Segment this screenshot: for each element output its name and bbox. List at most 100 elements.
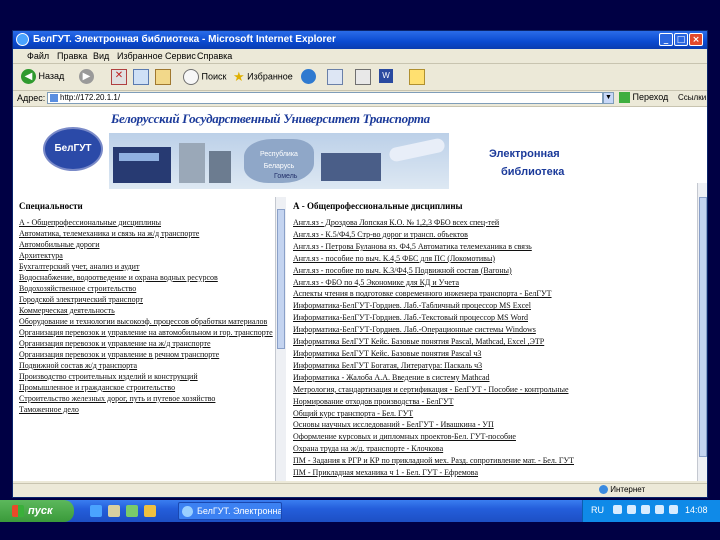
tray-network-icon[interactable]: [613, 505, 622, 514]
menu-edit[interactable]: Правка: [57, 51, 87, 61]
discipline-link[interactable]: Охрана труда на ж/д. транспорте - Клочко…: [293, 443, 699, 455]
favorites-button[interactable]: ★ Избранное: [233, 69, 293, 85]
maximize-button[interactable]: □: [674, 33, 688, 46]
quicklaunch-media-icon[interactable]: [126, 505, 138, 517]
mail-button[interactable]: [327, 69, 343, 85]
discipline-link[interactable]: Информатика БелГУТ Богатая, Литература: …: [293, 360, 699, 372]
minimize-button[interactable]: _: [659, 33, 673, 46]
menu-tools[interactable]: Сервис: [165, 51, 196, 61]
print-button[interactable]: [355, 69, 371, 85]
specialty-link[interactable]: Подвижной состав ж/д транспорта: [19, 360, 275, 371]
discipline-link[interactable]: Аспекты чтения в подготовке современного…: [293, 288, 699, 300]
discipline-link[interactable]: Англ.яз - К.5/Ф4,5 Стр-во дорог и трансп…: [293, 229, 699, 241]
discipline-link[interactable]: Общий курс транспорта - Бел. ГУТ: [293, 408, 699, 420]
discipline-link[interactable]: Англ.яз - ФБО по 4,5 Экономике для КД и …: [293, 277, 699, 289]
tray-safely-remove-icon[interactable]: [669, 505, 678, 514]
specialty-link[interactable]: Промышленное и гражданское строительство: [19, 382, 275, 393]
specialty-link[interactable]: Организация перевозок и управление на ав…: [19, 327, 275, 338]
specialty-link[interactable]: А - Общепрофессиональные дисциплины: [19, 217, 275, 228]
go-button[interactable]: Переход: [619, 92, 668, 104]
specialty-link[interactable]: Водохозяйственное строительство: [19, 283, 275, 294]
favorites-label: Избранное: [247, 71, 293, 82]
menu-file[interactable]: Файл: [27, 51, 49, 61]
address-bar: Адрес: http://172.20.1.1/ ▼ Переход Ссыл…: [13, 91, 707, 107]
forward-button[interactable]: ▶: [79, 69, 94, 85]
university-logo[interactable]: БелГУТ: [43, 127, 103, 171]
start-button[interactable]: пуск: [0, 500, 74, 522]
discipline-link[interactable]: Метрология, стандартизация и сертификаци…: [293, 384, 699, 396]
library-title: Электронная библиотека: [489, 145, 564, 181]
discipline-link[interactable]: Информатика-БелГУТ-Гордиев. Лаб.-Текстов…: [293, 312, 699, 324]
address-input[interactable]: http://172.20.1.1/: [47, 92, 603, 104]
specialty-link[interactable]: Водоснабжение, водоотведение и охрана во…: [19, 272, 275, 283]
right-scroll-thumb[interactable]: [699, 197, 707, 457]
search-button[interactable]: Поиск: [183, 69, 226, 85]
university-name: Белорусский Государственный Университет …: [111, 111, 430, 126]
language-indicator[interactable]: RU: [591, 505, 604, 515]
discipline-link[interactable]: Информатика БелГУТ Кейс. Базовые понятия…: [293, 348, 699, 360]
links-button[interactable]: Ссылки: [678, 93, 706, 102]
discipline-link[interactable]: Информатика-БелГУТ-Гордиев. Лаб.-Табличн…: [293, 300, 699, 312]
discipline-link[interactable]: ПМ - Задания к РГР и КР по прикладной ме…: [293, 455, 699, 467]
window-title: БелГУТ. Электронная библиотека - Microso…: [33, 34, 336, 45]
word-button[interactable]: W: [379, 69, 393, 85]
messenger-button[interactable]: [409, 69, 425, 85]
tray-app-icon[interactable]: [655, 505, 664, 514]
discipline-link[interactable]: Англ.яз - Петрова Буланова яз. Ф4,5 Авто…: [293, 241, 699, 253]
specialty-link[interactable]: Архитектура: [19, 250, 275, 261]
specialty-link[interactable]: Бухгалтерский учет, анализ и аудит: [19, 261, 275, 272]
screen-bottom-edge: [0, 522, 720, 540]
back-label: Назад: [38, 70, 65, 81]
clock: 14:08: [685, 505, 708, 515]
discipline-link[interactable]: Информатика БелГУТ Кейс. Базовые понятия…: [293, 336, 699, 348]
specialty-link[interactable]: Таможенное дело: [19, 404, 275, 415]
specialty-link[interactable]: Строительство железных дорог, путь и пут…: [19, 393, 275, 404]
quicklaunch-ie-icon[interactable]: [90, 505, 102, 517]
close-button[interactable]: ×: [689, 33, 703, 46]
search-label: Поиск: [201, 71, 227, 82]
specialty-link[interactable]: Производство строительных изделий и конс…: [19, 371, 275, 382]
media-icon: [301, 69, 316, 84]
discipline-link[interactable]: Нормирование отходов производства - БелГ…: [293, 396, 699, 408]
discipline-link[interactable]: Практикум по Инжатов: [293, 479, 699, 481]
specialty-link[interactable]: Организация перевозок и управление в реч…: [19, 349, 275, 360]
address-dropdown[interactable]: ▼: [603, 92, 614, 104]
quicklaunch-folder-icon[interactable]: [144, 505, 156, 517]
tray-volume-icon[interactable]: [627, 505, 636, 514]
right-scrollbar[interactable]: [697, 183, 707, 481]
menu-help[interactable]: Справка: [197, 51, 232, 61]
left-scrollbar[interactable]: [275, 197, 286, 481]
ie-icon: [16, 33, 29, 46]
discipline-link[interactable]: Англ.яз - пособие по выч. К.4,5 ФБС для …: [293, 253, 699, 265]
specialty-link[interactable]: Городской электрический транспорт: [19, 294, 275, 305]
title-bar[interactable]: БелГУТ. Электронная библиотека - Microso…: [13, 31, 707, 49]
back-button[interactable]: ◀ Назад: [21, 69, 64, 85]
specialty-link[interactable]: Автомобильные дороги: [19, 239, 275, 250]
back-arrow-icon: ◀: [21, 69, 36, 84]
tray-antivirus-icon[interactable]: [641, 505, 650, 514]
taskbar-window-button[interactable]: БелГУТ. Электронна...: [178, 502, 282, 520]
address-value: http://172.20.1.1/: [60, 93, 121, 102]
discipline-link[interactable]: Информатика-БелГУТ-Гордиев. Лаб.-Операци…: [293, 324, 699, 336]
discipline-link[interactable]: Англ.яз - Дроздова Лопская К.О. № 1,2,3 …: [293, 217, 699, 229]
specialty-link[interactable]: Автоматика, телемеханика и связь на ж/д …: [19, 228, 275, 239]
print-icon: [355, 69, 371, 85]
media-button[interactable]: [301, 69, 316, 85]
home-button[interactable]: [155, 69, 171, 85]
discipline-link[interactable]: Оформление курсовых и дипломных проектов…: [293, 431, 699, 443]
building-image: [179, 143, 205, 183]
refresh-button[interactable]: [133, 69, 149, 85]
discipline-link[interactable]: Информатика - Жалоба А.А. Введение в сис…: [293, 372, 699, 384]
specialty-link[interactable]: Оборудование и технологии высокоэф. проц…: [19, 316, 275, 327]
stop-button[interactable]: ✕: [111, 69, 127, 85]
specialty-link[interactable]: Организация перевозок и управление на ж/…: [19, 338, 275, 349]
discipline-link[interactable]: ПМ - Прикладная механика ч 1 - Бел. ГУТ …: [293, 467, 699, 479]
discipline-link[interactable]: Основы научных исследований - БелГУТ - И…: [293, 419, 699, 431]
menu-favorites[interactable]: Избранное: [117, 51, 163, 61]
left-scroll-thumb[interactable]: [277, 209, 285, 349]
quicklaunch-desktop-icon[interactable]: [108, 505, 120, 517]
discipline-link[interactable]: Англ.яз - пособие по выч. К.3/Ф4,5 Подви…: [293, 265, 699, 277]
menu-view[interactable]: Вид: [93, 51, 109, 61]
specialty-link[interactable]: Коммерческая деятельность: [19, 305, 275, 316]
go-arrow-icon: [619, 92, 630, 104]
